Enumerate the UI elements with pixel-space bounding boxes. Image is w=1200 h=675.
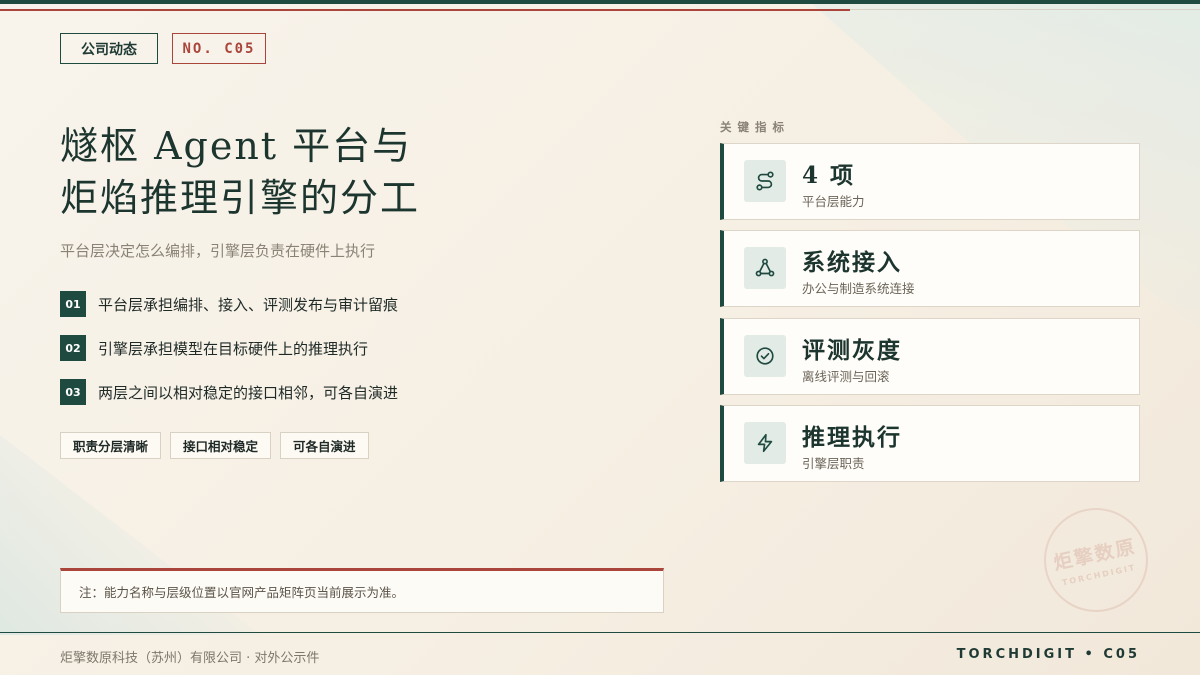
- list-item: 02 引擎层承担模型在目标硬件上的推理执行: [60, 335, 398, 361]
- footer-company: 炬擎数原科技（苏州）有限公司 · 对外公示件: [60, 651, 320, 666]
- metric-value: 推理执行: [802, 424, 902, 451]
- metric-value: 4 项: [802, 162, 856, 189]
- metric-description: 离线评测与回滚: [802, 369, 890, 384]
- metric-card-evaluation: 评测灰度 离线评测与回滚: [720, 318, 1140, 395]
- category-tag: 公司动态: [60, 33, 158, 64]
- metric-description: 办公与制造系统连接: [802, 281, 915, 296]
- point-number-badge: 03: [60, 379, 86, 405]
- list-item: 03 两层之间以相对稳定的接口相邻，可各自演进: [60, 379, 398, 405]
- page-subtitle: 平台层决定怎么编排，引擎层负责在硬件上执行: [60, 242, 376, 260]
- metric-description: 平台层能力: [802, 194, 865, 209]
- metric-card-inference: 推理执行 引擎层职责: [720, 405, 1140, 482]
- metric-card-integration: 系统接入 办公与制造系统连接: [720, 230, 1140, 307]
- point-text: 平台层承担编排、接入、评测发布与审计留痕: [98, 295, 399, 314]
- check-circle-icon: [744, 335, 786, 377]
- list-item: 01 平台层承担编排、接入、评测发布与审计留痕: [60, 291, 398, 317]
- footer-divider: [0, 632, 1200, 633]
- page-title: 燧枢 Agent 平台与 炬焰推理引擎的分工: [60, 120, 580, 224]
- point-text: 两层之间以相对稳定的接口相邻，可各自演进: [98, 383, 399, 402]
- chip-interface: 接口相对稳定: [170, 432, 272, 459]
- footer-code: TORCHDIGIT • C05: [956, 647, 1140, 662]
- metric-value: 评测灰度: [802, 337, 902, 364]
- number-tag: NO. C05: [172, 33, 266, 64]
- chip-evolution: 可各自演进: [280, 432, 369, 459]
- metric-value: 系统接入: [802, 249, 902, 276]
- top-accent-line: [0, 9, 850, 11]
- metric-card-capabilities: 4 项 平台层能力: [720, 143, 1140, 220]
- metrics-heading: 关键指标: [720, 120, 790, 134]
- point-number-badge: 02: [60, 335, 86, 361]
- company-seal-watermark: 炬擎数原 TORCHDIGIT: [1034, 498, 1158, 622]
- route-icon: [744, 160, 786, 202]
- point-number-badge: 01: [60, 291, 86, 317]
- feature-chips: 职责分层清晰 接口相对稳定 可各自演进: [60, 432, 378, 459]
- network-icon: [744, 247, 786, 289]
- title-line-2: 炬焰推理引擎的分工: [60, 176, 421, 220]
- chip-layering: 职责分层清晰: [60, 432, 162, 459]
- key-points-list: 01 平台层承担编排、接入、评测发布与审计留痕 02 引擎层承担模型在目标硬件上…: [60, 291, 398, 423]
- title-line-1: 燧枢 Agent 平台与: [60, 124, 413, 168]
- metric-description: 引擎层职责: [802, 456, 865, 471]
- footnote-box: 注：能力名称与层级位置以官网产品矩阵页当前展示为准。: [60, 568, 664, 613]
- point-text: 引擎层承担模型在目标硬件上的推理执行: [98, 339, 369, 358]
- lightning-icon: [744, 422, 786, 464]
- top-divider-line: [850, 9, 1200, 10]
- top-accent-bar: [0, 0, 1200, 4]
